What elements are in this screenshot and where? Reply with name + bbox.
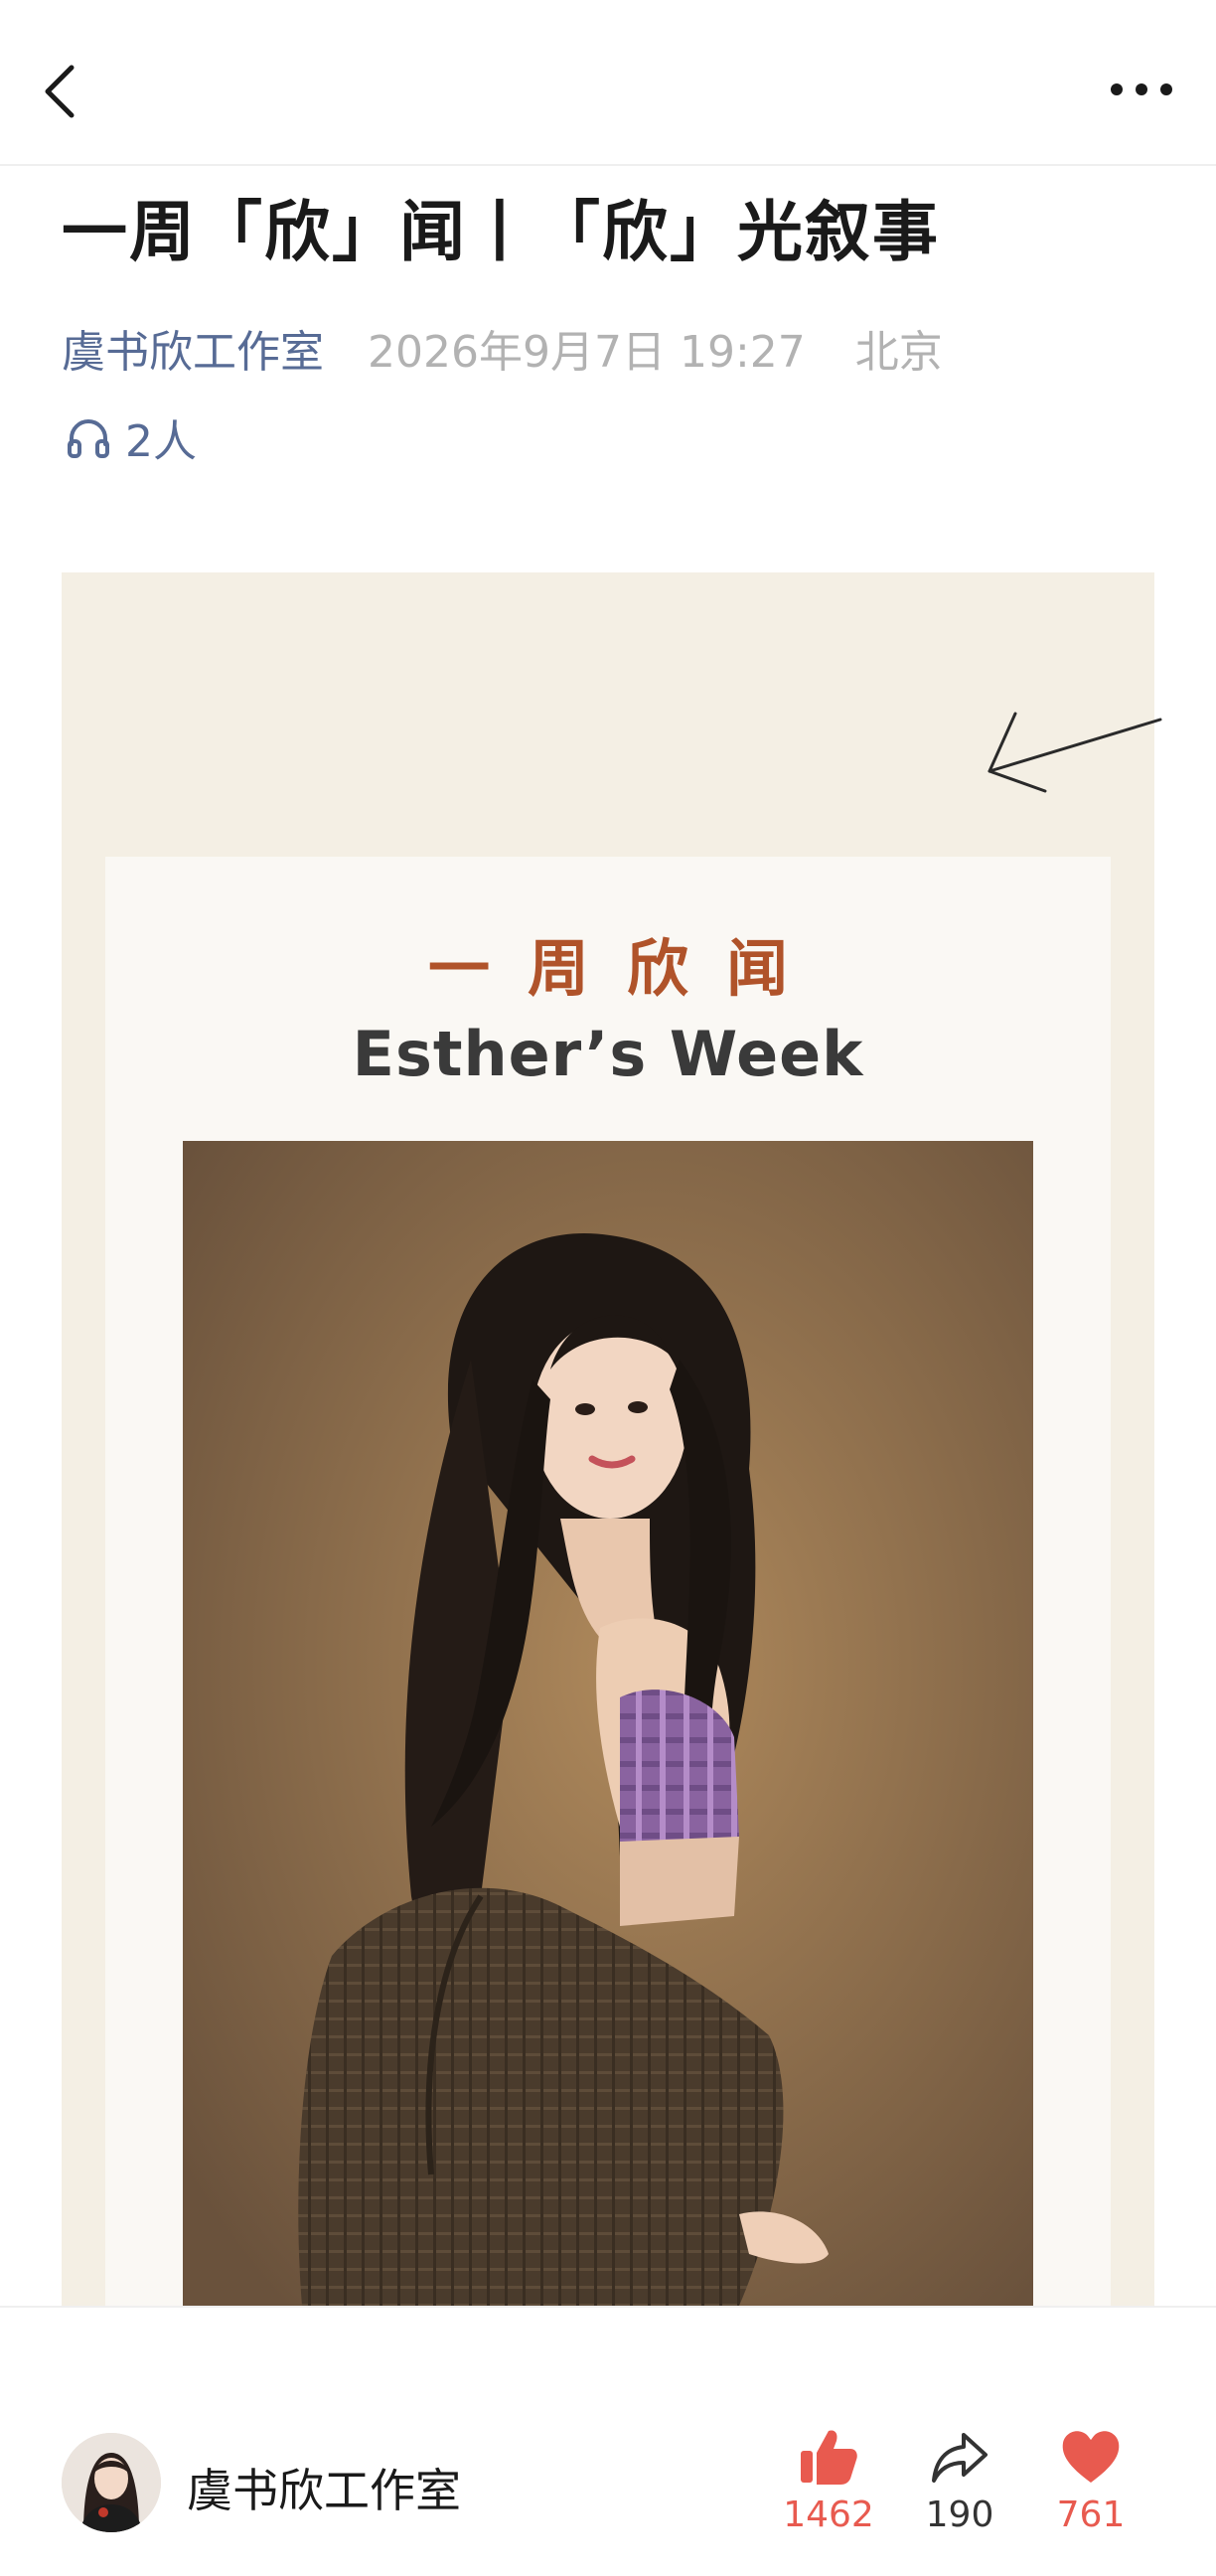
publish-location: 北京: [854, 327, 943, 378]
share-icon: [932, 2433, 988, 2483]
thumbs-up-icon: [801, 2430, 857, 2485]
cover-zh-title: 一周欣闻: [427, 932, 826, 1005]
bottom-action-bar: 虞书欣工作室 1462 190 761: [0, 2306, 1216, 2576]
author-link[interactable]: 虞书欣工作室: [62, 327, 324, 378]
cover-inner-panel: 一周欣闻 Esther’s Week: [105, 857, 1111, 2306]
article-title: 一周「欣」闻丨「欣」光叙事: [62, 194, 940, 270]
chevron-left-icon: [45, 65, 75, 118]
article-cover-card: 一周欣闻 Esther’s Week: [62, 572, 1162, 2306]
share-button[interactable]: 190: [900, 2425, 1019, 2535]
arrow-icon: [988, 712, 1162, 793]
bottom-author-name[interactable]: 虞书欣工作室: [187, 2455, 461, 2520]
heart-icon: [1062, 2431, 1120, 2483]
like-button[interactable]: 1462: [769, 2425, 888, 2535]
favorite-button[interactable]: 761: [1031, 2425, 1150, 2535]
top-nav-bar: [0, 0, 1216, 166]
back-button[interactable]: [30, 50, 99, 129]
headphones-icon: [68, 419, 109, 458]
favorite-count: 761: [1056, 2495, 1126, 2535]
cover-en-title: Esther’s Week: [352, 1018, 864, 1090]
listen-count-label: 2人: [125, 416, 197, 467]
article-meta: 虞书欣工作室 2026年9月7日 19:27 北京: [62, 316, 943, 380]
cover-photo[interactable]: [183, 1141, 1033, 2306]
listen-count[interactable]: 2人: [66, 407, 197, 467]
like-count: 1462: [783, 2495, 874, 2535]
more-dots-icon: [1111, 83, 1172, 95]
avatar[interactable]: [62, 2433, 161, 2532]
share-count: 190: [925, 2495, 994, 2535]
more-button[interactable]: [1097, 60, 1186, 119]
publish-date: 2026年9月7日 19:27: [368, 327, 806, 378]
avatar-image: [62, 2433, 161, 2532]
portrait-image: [183, 1141, 1033, 2306]
